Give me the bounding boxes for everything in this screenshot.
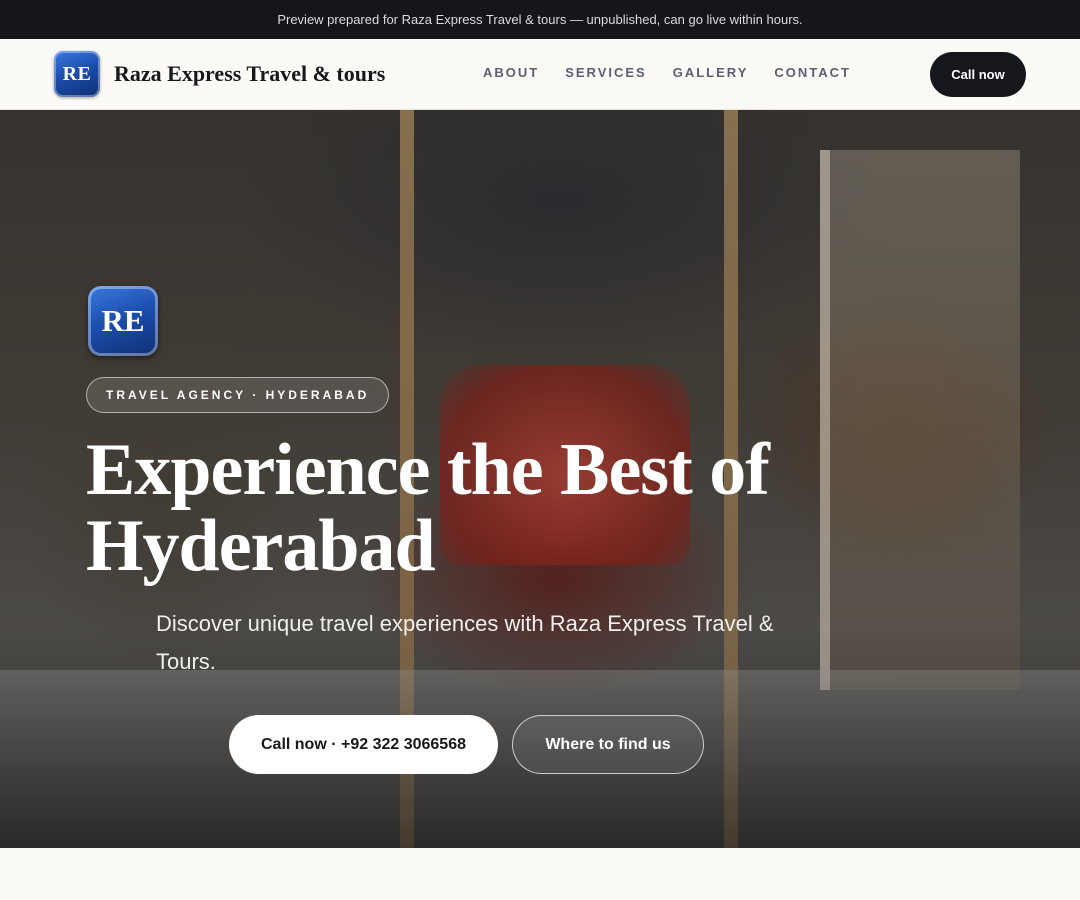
brand-logo[interactable]: RE (54, 51, 100, 97)
hero-section: RE TRAVEL AGENCY · HYDERABAD Experience … (0, 110, 1080, 848)
preview-banner-text: Preview prepared for Raza Express Travel… (277, 12, 803, 27)
hero-subtitle: Discover unique travel experiences with … (156, 611, 774, 674)
hero-logo-text: RE (101, 303, 145, 338)
hero-call-button[interactable]: Call now · +92 322 3066568 (229, 715, 498, 774)
brand-logo-text: RE (62, 62, 92, 85)
hero-background-shelf (820, 150, 1020, 690)
nav-link-services[interactable]: SERVICES (565, 65, 647, 80)
nav-link-gallery[interactable]: GALLERY (673, 65, 749, 80)
hero-logo: RE (88, 286, 158, 356)
hero-eyebrow-badge: TRAVEL AGENCY · HYDERABAD (86, 377, 390, 413)
site-header: RE Raza Express Travel & tours ABOUT SER… (0, 39, 1080, 110)
content-area (0, 848, 1080, 900)
hero-location-button[interactable]: Where to find us (512, 715, 704, 774)
nav-link-contact[interactable]: CONTACT (774, 65, 851, 80)
hero-headline: Experience the Best of Hyderabad (86, 429, 770, 587)
call-now-button[interactable]: Call now (930, 52, 1026, 97)
brand-name[interactable]: Raza Express Travel & tours (114, 61, 385, 87)
main-nav: ABOUT SERVICES GALLERY CONTACT (483, 65, 851, 80)
preview-banner: Preview prepared for Raza Express Travel… (0, 0, 1080, 39)
nav-link-about[interactable]: ABOUT (483, 65, 539, 80)
